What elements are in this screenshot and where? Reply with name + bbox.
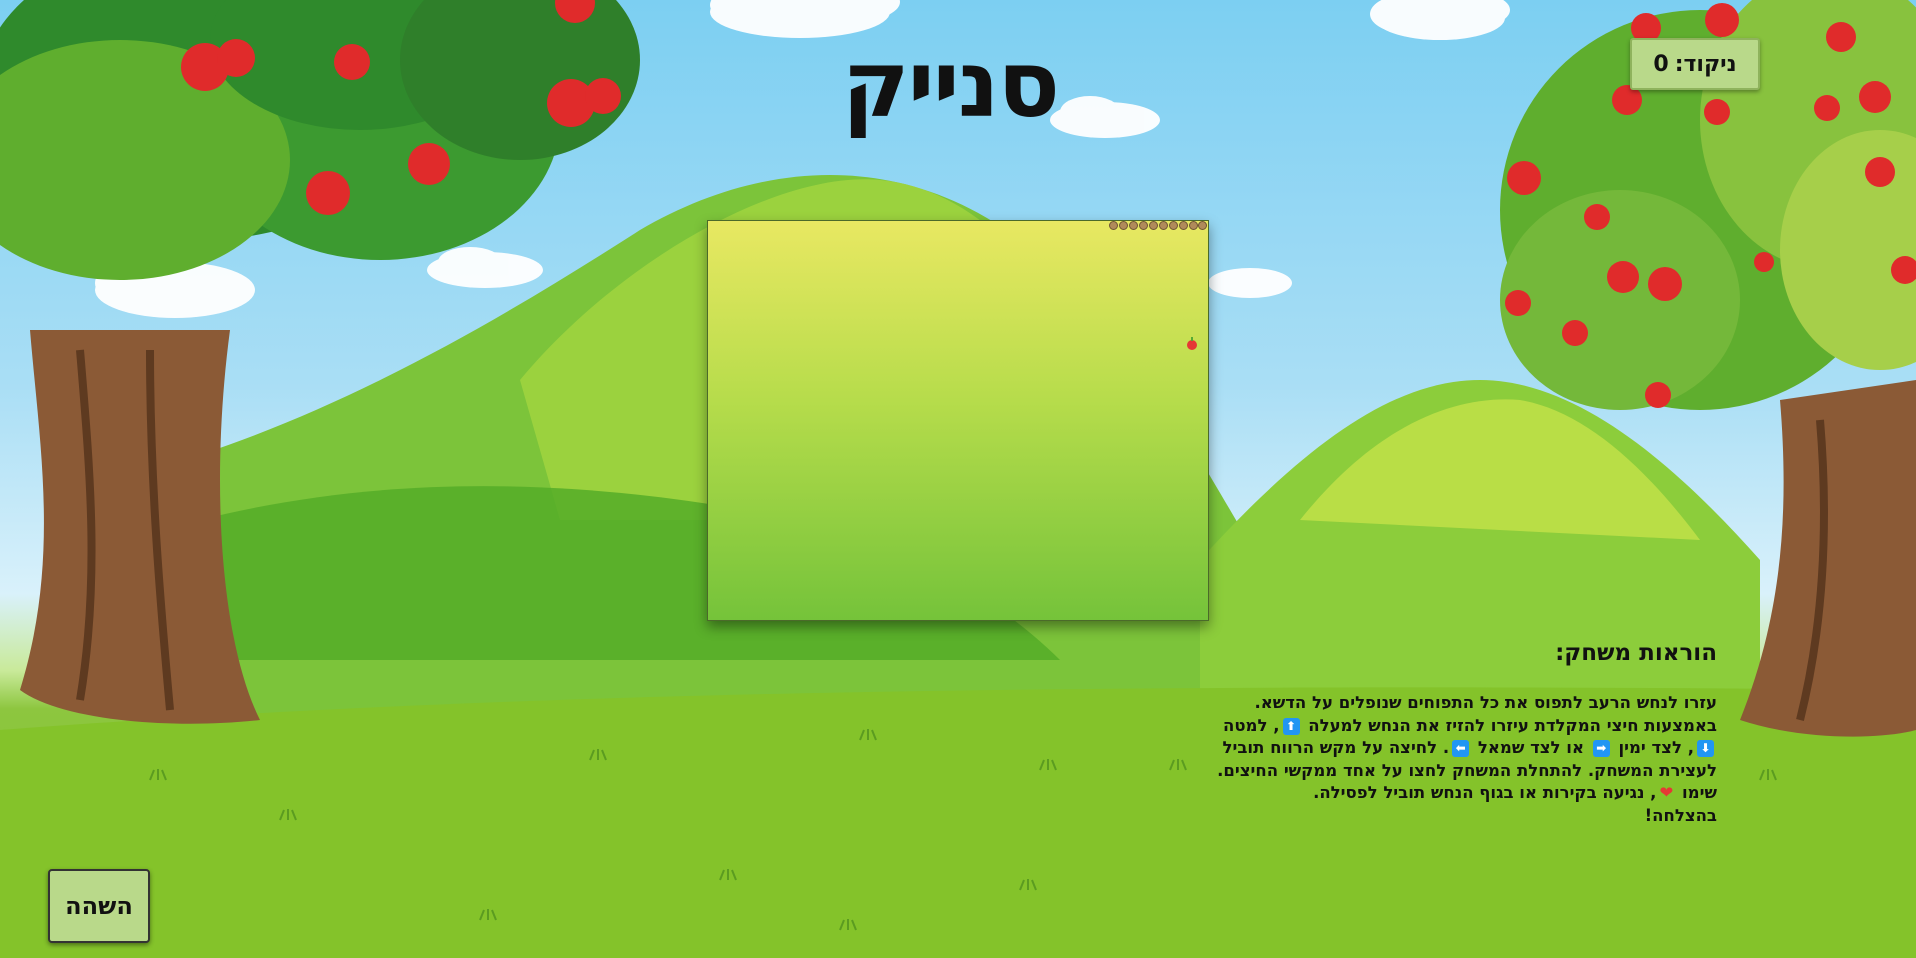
heart-icon: ❤ (1659, 783, 1674, 802)
arrow-right-icon: ➡ (1592, 740, 1610, 757)
snake-segment (1149, 221, 1158, 230)
instructions-part: , לצד ימין (1618, 738, 1694, 757)
score-label: ניקוד: (1674, 51, 1737, 77)
instructions-part: , נגיעה בקירות או בגוף הנחש תוביל לפסילה… (1313, 783, 1657, 802)
snake-segment (1189, 221, 1198, 230)
score-value: 0 (1653, 51, 1669, 77)
instructions-panel: הוראות משחק: עזרו לנחש הרעב לתפוס את כל … (1215, 640, 1717, 827)
snake-segment (1159, 221, 1168, 230)
score-display: ניקוד: 0 (1630, 38, 1760, 90)
snake-segment (1169, 221, 1178, 230)
arrow-left-icon: ⬅ (1452, 740, 1470, 757)
pause-button[interactable]: השהה (48, 869, 150, 943)
snake-segment (1139, 221, 1148, 230)
instructions-part: או לצד שמאל (1477, 738, 1584, 757)
instructions-text: עזרו לנחש הרעב לתפוס את כל התפוחים שנופל… (1215, 692, 1717, 827)
game-title: סנייק (841, 31, 1060, 138)
game-board[interactable] (707, 220, 1209, 621)
instructions-part: שימו (1682, 783, 1717, 802)
snake-segment (1119, 221, 1128, 230)
instructions-heading: הוראות משחק: (1555, 640, 1717, 666)
apple-icon (1187, 337, 1197, 350)
snake-segment (1179, 221, 1188, 230)
instructions-part: , למטה (1223, 715, 1280, 735)
arrow-up-icon: ⬆ (1282, 717, 1300, 735)
arrow-down-icon: ⬇ (1697, 740, 1714, 757)
instructions-part: בהצלחה! (1644, 805, 1717, 825)
snake-head (1198, 221, 1207, 230)
snake-segment (1129, 221, 1138, 230)
instructions-part: עזרו לנחש הרעב לתפוס את כל התפוחים שנופל… (1254, 693, 1717, 735)
snake-segment (1109, 221, 1118, 230)
